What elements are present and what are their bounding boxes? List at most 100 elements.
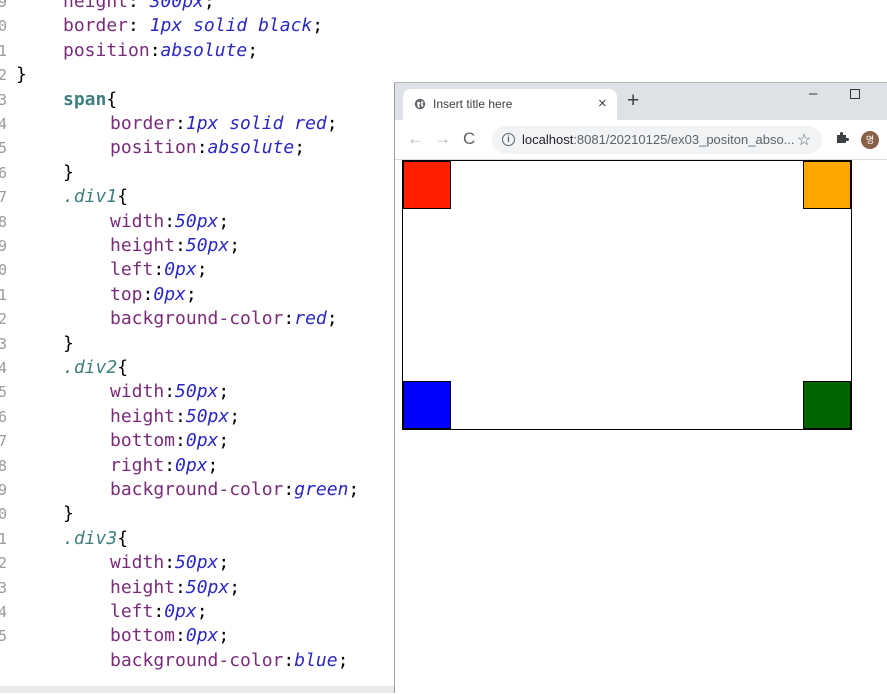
- code-token: ;: [326, 308, 338, 330]
- code-line[interactable]: width:50px;: [110, 210, 229, 234]
- code-token: .div1: [63, 186, 118, 208]
- line-number: 9: [0, 481, 8, 499]
- code-line[interactable]: span{: [63, 88, 117, 112]
- code-token: right: [110, 454, 165, 476]
- page-viewport: [395, 160, 887, 694]
- horizontal-scrollbar[interactable]: [0, 686, 394, 693]
- code-token: }: [63, 161, 74, 183]
- code-line[interactable]: .div2{: [63, 356, 128, 380]
- code-line[interactable]: }: [63, 161, 74, 185]
- code-token: 0px: [185, 430, 219, 452]
- code-token: width: [110, 381, 165, 403]
- code-line[interactable]: height:50px;: [110, 405, 240, 429]
- code-token: ;: [207, 454, 219, 476]
- new-tab-button[interactable]: +: [627, 90, 639, 112]
- code-token: :: [164, 210, 176, 232]
- code-line[interactable]: background-color:green;: [110, 478, 359, 502]
- line-number: 8: [0, 212, 8, 231]
- code-line[interactable]: height:50px;: [110, 576, 240, 600]
- address-bar[interactable]: i localhost:8081/20210125/ex03_positon_a…: [492, 126, 822, 154]
- code-token: 1px solid red: [185, 113, 327, 134]
- code-line[interactable]: border:1px solid red;: [110, 112, 338, 136]
- code-token: bottom: [110, 625, 176, 647]
- code-line[interactable]: height: 300px;: [63, 0, 215, 14]
- code-line[interactable]: width:50px;: [110, 380, 229, 404]
- line-number: 4: [0, 115, 8, 133]
- code-line[interactable]: height:50px;: [110, 234, 240, 258]
- code-line[interactable]: .div3{: [63, 527, 128, 551]
- code-token: red: [294, 308, 327, 330]
- code-line[interactable]: background-color:blue;: [110, 649, 348, 673]
- code-line[interactable]: border: 1px solid black;: [63, 14, 323, 38]
- line-number: 1: [0, 529, 8, 548]
- code-token: ;: [229, 405, 241, 427]
- code-token: :: [175, 405, 186, 427]
- line-number: 3: [0, 90, 8, 109]
- line-number: 2: [0, 310, 8, 329]
- code-token: 0px: [164, 601, 197, 622]
- forward-button[interactable]: →: [434, 129, 451, 149]
- back-button[interactable]: ←: [407, 129, 424, 149]
- code-line[interactable]: position:absolute;: [63, 39, 258, 63]
- code-line[interactable]: right:0px;: [110, 454, 218, 478]
- code-line[interactable]: bottom:0px;: [110, 429, 229, 453]
- code-token: :: [175, 576, 186, 598]
- line-number: 6: [0, 407, 8, 426]
- minimize-button[interactable]: –: [809, 85, 817, 102]
- code-token: :: [164, 381, 176, 403]
- bookmark-star-icon[interactable]: ☆: [797, 130, 811, 150]
- line-number: 1: [0, 285, 8, 304]
- code-line[interactable]: }: [63, 502, 74, 526]
- code-token: ;: [218, 552, 230, 574]
- line-number: 4: [0, 359, 8, 377]
- code-token: ;: [196, 259, 208, 281]
- code-token: background-color: [110, 308, 284, 330]
- info-icon[interactable]: i: [502, 133, 515, 146]
- url-text[interactable]: localhost:8081/20210125/ex03_positon_abs…: [522, 132, 795, 147]
- code-token: 0px: [175, 454, 208, 476]
- puzzle-icon[interactable]: [835, 130, 850, 145]
- code-token: {: [117, 357, 129, 378]
- code-line[interactable]: background-color:red;: [110, 307, 338, 331]
- code-token: :: [283, 479, 295, 500]
- code-token: ;: [218, 430, 230, 452]
- line-number: 3: [0, 578, 8, 597]
- code-token: :: [196, 137, 208, 159]
- code-line[interactable]: .div1{: [63, 185, 128, 209]
- code-line[interactable]: bottom:0px;: [110, 624, 229, 648]
- reload-button[interactable]: C: [463, 129, 475, 149]
- code-token: 0px: [153, 283, 186, 305]
- code-token: absolute: [207, 137, 295, 159]
- code-token: 50px: [175, 210, 219, 232]
- close-icon[interactable]: ×: [598, 95, 607, 112]
- orange-square: [803, 161, 851, 209]
- code-token: :: [175, 235, 186, 256]
- profile-avatar[interactable]: 명: [861, 131, 879, 149]
- code-token: absolute: [160, 39, 248, 61]
- maximize-button[interactable]: [850, 89, 860, 99]
- code-line[interactable]: }: [63, 332, 74, 356]
- code-token: background-color: [110, 649, 284, 671]
- red-square: [403, 161, 451, 209]
- code-token: 300px: [149, 0, 204, 12]
- code-line[interactable]: left:0px;: [110, 600, 208, 624]
- code-line[interactable]: }: [16, 63, 27, 87]
- code-token: height: [110, 576, 176, 598]
- line-number: 1: [0, 41, 8, 60]
- code-token: ;: [229, 576, 241, 598]
- code-token: :: [175, 430, 186, 452]
- code-token: .div2: [63, 357, 118, 378]
- code-line[interactable]: position:absolute;: [110, 136, 305, 160]
- line-number: 5: [0, 383, 8, 402]
- tab-insert-title[interactable]: Insert title here ×: [403, 89, 617, 120]
- line-number: 4: [0, 603, 8, 621]
- code-token: 1px solid black: [149, 15, 313, 37]
- code-token: 50px: [175, 552, 219, 574]
- tab-strip: Insert title here × + –: [395, 83, 887, 120]
- code-line[interactable]: left:0px;: [110, 258, 208, 282]
- globe-icon: [414, 98, 426, 110]
- code-line[interactable]: top:0px;: [110, 283, 197, 307]
- code-token: position: [63, 39, 150, 61]
- code-line[interactable]: width:50px;: [110, 551, 229, 575]
- code-token: :: [164, 552, 176, 574]
